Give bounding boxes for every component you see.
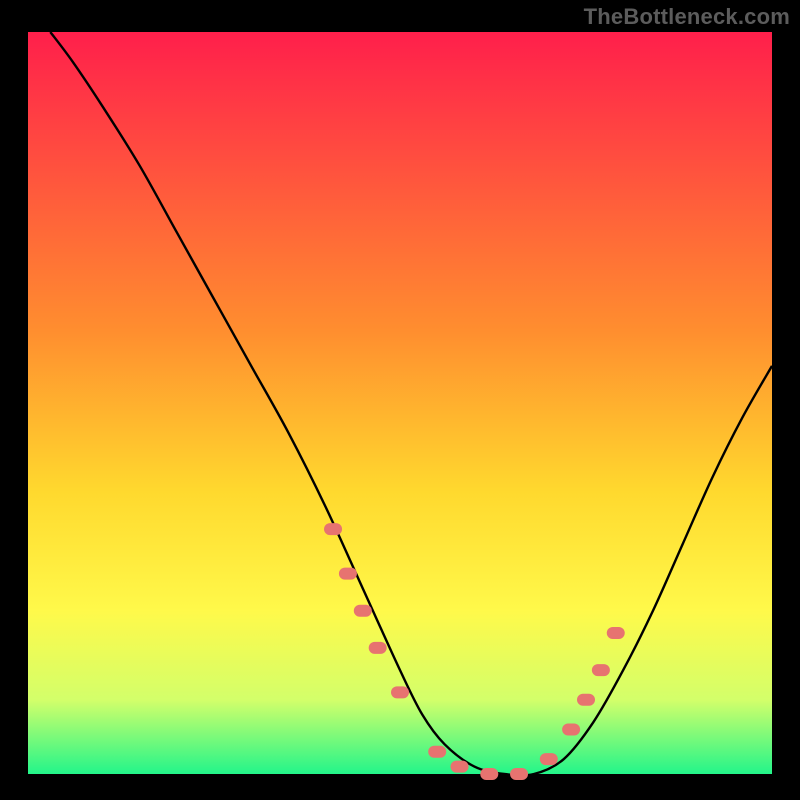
marker-point — [480, 768, 498, 780]
watermark-text: TheBottleneck.com — [584, 4, 790, 30]
marker-point — [428, 746, 446, 758]
marker-point — [510, 768, 528, 780]
marker-point — [391, 686, 409, 698]
plot-background — [28, 32, 772, 774]
bottleneck-chart — [0, 0, 800, 800]
marker-point — [540, 753, 558, 765]
marker-point — [339, 568, 357, 580]
marker-point — [324, 523, 342, 535]
marker-point — [354, 605, 372, 617]
marker-point — [562, 723, 580, 735]
marker-point — [451, 761, 469, 773]
marker-point — [577, 694, 595, 706]
marker-point — [369, 642, 387, 654]
chart-frame: { "watermark": "TheBottleneck.com", "col… — [0, 0, 800, 800]
marker-point — [607, 627, 625, 639]
marker-point — [592, 664, 610, 676]
